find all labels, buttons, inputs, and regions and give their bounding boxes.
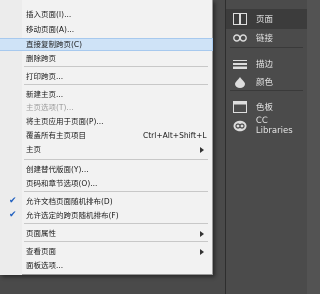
menu-item-insert-pages[interactable]: 插入页面(I)... [0,9,212,20]
menu-item-label: 创建替代版面(Y)... [26,165,89,174]
menu-item-move-pages[interactable]: 移动页面(A)... [0,24,212,35]
panel-tab-stroke[interactable]: 描边 [226,54,307,74]
menu-item-label: 主页 [26,145,41,154]
panel-tab-color[interactable]: 颜色 [226,72,307,92]
menu-item-print-spread[interactable]: 打印跨页... [0,71,212,82]
menu-item-view-pages[interactable]: 查看页面 [0,246,212,257]
swatches-icon [232,100,248,114]
menu-separator [24,66,208,67]
menu-item-override-master-items[interactable]: 覆盖所有主页项目 Ctrl+Alt+Shift+L [0,130,212,141]
dock-divider [230,90,303,91]
panel-dock: 页面 链接 描边 颜色 色板 CC Libraries [225,0,307,294]
dock-divider [230,47,303,48]
checkmark-icon: ✔ [9,210,17,220]
panel-label-color: 颜色 [256,78,274,88]
panel-tab-links[interactable]: 链接 [226,28,307,48]
menu-item-label: 插入页面(I)... [26,10,72,19]
pages-icon [232,12,248,26]
menu-item-label: 面板选项... [26,261,64,270]
menu-item-duplicate-spread[interactable]: 直接复制跨页(C) [0,38,213,51]
menu-item-label: 允许选定的跨页随机排布(F) [26,211,119,220]
menu-separator [24,241,208,242]
stroke-icon [232,57,248,71]
menu-item-delete-spread[interactable]: 删除跨页 [0,53,212,64]
panel-label-swatches: 色板 [256,103,274,113]
checkmark-icon: ✔ [9,196,17,206]
menu-item-label: 允许文档页面随机排布(D) [26,197,113,206]
panel-label-cc-libraries: CC Libraries [255,116,293,136]
menu-item-apply-master[interactable]: 将主页应用于页面(P)... [0,116,212,127]
cc-libraries-icon [232,119,248,133]
menu-separator [24,159,208,160]
menu-item-label: 直接复制跨页(C) [26,40,83,49]
menu-item-new-master[interactable]: 新建主页... [0,89,212,100]
pages-panel-menu: 插入页面(I)... 移动页面(A)... 直接复制跨页(C) 删除跨页 打印跨… [0,0,213,275]
menu-item-allow-document-pages-shuffle[interactable]: ✔ 允许文档页面随机排布(D) [0,196,212,207]
menu-item-label: 查看页面 [26,247,56,256]
submenu-arrow-icon [200,249,204,255]
menu-item-label: 覆盖所有主页项目 [26,131,86,140]
menu-item-create-alternate-layout[interactable]: 创建替代版面(Y)... [0,164,212,175]
panel-tab-pages[interactable]: 页面 [226,9,307,29]
submenu-arrow-icon [200,147,204,153]
panel-label-pages: 页面 [256,15,274,25]
menu-item-label: 新建主页... [26,90,64,99]
menu-item-shortcut: Ctrl+Alt+Shift+L [143,131,207,140]
menu-item-label: 将主页应用于页面(P)... [26,117,104,126]
menu-separator [24,84,208,85]
links-icon [232,31,248,45]
menu-item-panel-options[interactable]: 面板选项... [0,260,212,271]
panel-tab-swatches[interactable]: 色板 [226,97,307,117]
menu-item-allow-selected-spread-shuffle[interactable]: ✔ 允许选定的跨页随机排布(F) [0,210,212,221]
menu-separator [24,223,208,224]
menu-item-label: 删除跨页 [26,54,56,63]
menu-item-masters[interactable]: 主页 [0,144,212,155]
menu-separator [24,191,208,192]
menu-item-numbering-section-options[interactable]: 页码和章节选项(O)... [0,178,212,189]
menu-item-label: 页面属性 [26,229,56,238]
menu-item-label: 页码和章节选项(O)... [26,179,98,188]
menu-item-page-attributes[interactable]: 页面属性 [0,228,212,239]
menu-item-label: 主页选项(T)... [26,103,74,112]
color-icon [232,75,248,89]
menu-item-label: 移动页面(A)... [26,25,75,34]
panel-label-links: 链接 [256,34,274,44]
panel-label-stroke: 描边 [256,60,274,70]
panel-tab-cc-libraries[interactable]: CC Libraries [226,116,307,136]
submenu-arrow-icon [200,231,204,237]
menu-item-master-options[interactable]: 主页选项(T)... [0,102,212,113]
menu-item-label: 打印跨页... [26,72,64,81]
